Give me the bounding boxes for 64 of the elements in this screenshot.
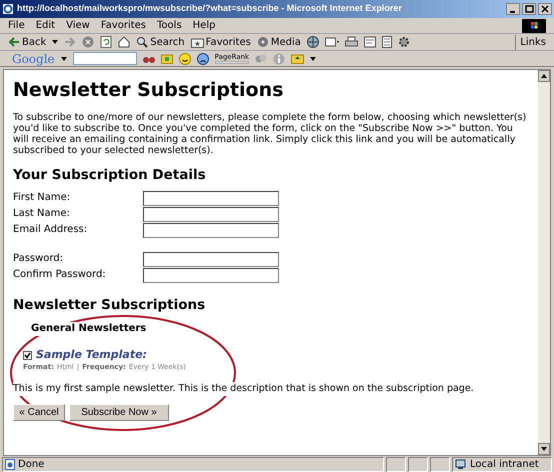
field-label: Last Name: [13, 207, 71, 221]
search-field[interactable] [72, 52, 137, 65]
status-text: Done [18, 458, 44, 472]
network-computer-icon [455, 458, 467, 470]
minimize-icon [510, 11, 515, 13]
scroll-up-icon[interactable] [538, 70, 550, 82]
section-heading: Newsletter Subscriptions [13, 296, 206, 314]
maximize-icon [525, 5, 534, 13]
home-icon[interactable] [118, 36, 130, 48]
globe-icon[interactable] [306, 36, 319, 48]
text-field[interactable] [143, 206, 279, 222]
menu-item[interactable]: File [8, 18, 25, 33]
menu-item[interactable]: Favorites [100, 18, 146, 33]
frown-face-icon[interactable] [196, 52, 209, 64]
scroll-down-icon[interactable] [538, 443, 550, 455]
window-title: http://localhost/mailworkspro/mwsubscribe/?what=subscribe - Microsoft Internet Explorer [17, 2, 403, 16]
browser-icon [2, 3, 14, 15]
dropdown-arrow-icon[interactable] [60, 56, 67, 60]
zone-text: Local intranet [470, 458, 539, 472]
search-icon [136, 36, 148, 48]
text-field[interactable] [143, 190, 279, 206]
smiley-icon[interactable] [178, 52, 191, 64]
page-icon [5, 458, 15, 470]
cancel-button[interactable]: « Cancel [13, 404, 65, 421]
edit-icon[interactable] [364, 36, 376, 48]
back-button[interactable]: Back [8, 34, 46, 50]
close-icon [541, 5, 549, 13]
field-label: Email Address: [13, 223, 88, 237]
windows-logo-icon [522, 18, 546, 32]
dropdown-arrow-icon[interactable] [52, 40, 58, 44]
field-label: First Name: [13, 191, 72, 205]
dropdown-arrow-icon[interactable] [310, 56, 316, 60]
intro-paragraph: To subscribe to one/more of our newsletters, please complete the form below, choosing which newsletter(s) you'd like to subscribe to. Once you've completed the form, click on the "Subscribe Now >>" button. You will receive an emailing containing a confirmation link. Simply click this link and you will be automatically subscribed to your selected newsletter(s). [13, 112, 528, 156]
back-arrow-icon [8, 37, 20, 47]
links-button[interactable]: Links [515, 34, 546, 50]
field-label: Password: [13, 252, 64, 266]
document-icon[interactable] [382, 36, 392, 48]
minimize-button[interactable] [506, 3, 520, 15]
checkbox[interactable] [23, 350, 32, 360]
maximize-button[interactable] [522, 3, 536, 15]
search-button[interactable]: Search [136, 34, 185, 50]
gear-icon[interactable] [398, 36, 410, 48]
newsletter-description: This is my first sample newsletter. This is the description that is shown on the subscription page. [13, 382, 474, 396]
film-reel-icon [256, 36, 269, 48]
text-field[interactable] [143, 222, 279, 238]
refresh-icon[interactable] [100, 36, 112, 48]
stop-icon[interactable] [82, 36, 94, 48]
printer-icon[interactable] [344, 36, 358, 48]
scrollbar[interactable] [538, 70, 550, 455]
section-heading: Your Subscription Details [13, 166, 207, 184]
field-label: Confirm Password: [13, 268, 107, 282]
text-field[interactable] [143, 268, 279, 282]
favorites-button[interactable]: Favorites [190, 34, 251, 50]
page-heading: Newsletter Subscriptions [13, 78, 284, 102]
menu-item[interactable]: Edit [36, 18, 56, 33]
menu-item[interactable]: Tools [157, 18, 182, 33]
text-field[interactable] [143, 252, 279, 266]
group-heading: General Newsletters [31, 322, 146, 336]
menu-item[interactable]: Help [192, 18, 216, 33]
media-button[interactable]: Media [256, 34, 301, 50]
newsletter-name: Sample Template: [36, 348, 147, 362]
subscribe-button[interactable]: Subscribe Now » [69, 404, 169, 421]
menu-item[interactable]: View [66, 18, 90, 33]
close-button[interactable] [538, 3, 552, 15]
